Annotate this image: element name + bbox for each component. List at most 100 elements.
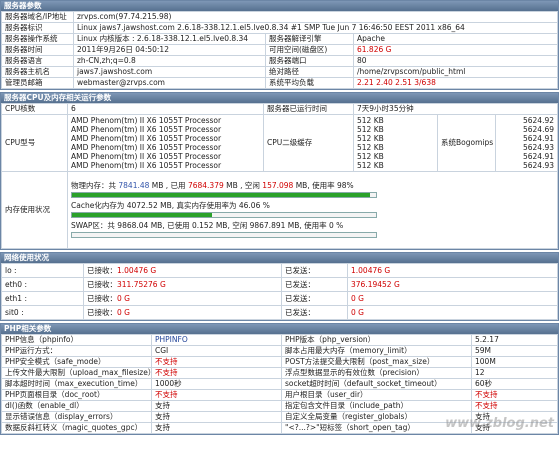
server-row-admin: 管理员邮箱 webmaster@zrvps.com 系统平均负载 2.21 2.… <box>1 77 558 89</box>
server-engine-label: 服务器解译引擎 <box>265 33 354 45</box>
mem-cache-text: Cache化内存为 4072.52 MB, 真实内存使用率为 46.06 % <box>71 201 270 210</box>
network-recv-value: 1.00476 G <box>117 265 157 275</box>
server-path-label: 绝对路径 <box>265 66 354 78</box>
server-row-host: 服务器主机名 jaws7.jawshost.com 绝对路径 /home/zrv… <box>1 66 558 78</box>
mem-swap-bar <box>71 232 377 238</box>
cpu-row-memory: 内存使用状况 物理内存：共 7841.48 MB , 已用 7684.379 M… <box>1 171 558 249</box>
server-host-label: 服务器主机名 <box>1 66 74 78</box>
cpu-row-model: CPU型号 AMD Phenom(tm) II X6 1055T Process… <box>1 114 558 172</box>
php-row: PHP运行方式： CGI 脚本占用最大内存（memory_limit） 59M <box>1 345 558 357</box>
cpu-model-item: AMD Phenom(tm) II X6 1055T Processor <box>71 134 222 143</box>
network-sent-cell: 已发送： <box>281 263 348 278</box>
cpu-cache-item: 512 KB <box>357 125 384 134</box>
php-label: 数据反斜杠转义（magic_quotes_gpc） <box>1 422 152 434</box>
php-value: 支持 <box>151 400 282 412</box>
cpu-cores-label: CPU核数 <box>1 103 68 115</box>
php-value: 不支持 <box>471 389 558 401</box>
cpu-bogo-item: 5624.91 <box>522 134 554 143</box>
php-value: CGI <box>151 345 282 357</box>
server-disk-label: 可用空间(磁盘区) <box>265 44 354 56</box>
php-value: 12 <box>471 367 558 379</box>
php-label: 指定包含文件目录（include_path） <box>281 400 472 412</box>
php-label: 脚本超时时间（max_execution_time） <box>1 378 152 390</box>
server-port-label: 服务器端口 <box>265 55 354 67</box>
network-sent-cell: 已发送： <box>281 277 348 292</box>
php-label: 浮点型数据显示的有效位数（precision） <box>281 367 472 379</box>
php-label: PHP页面根目录（doc_root） <box>1 389 152 401</box>
php-row: PHP安全模式（safe_mode） 不支持 POST方法提交最大限制（post_m… <box>1 356 558 368</box>
network-sent-cell: 已发送： <box>281 305 348 320</box>
cpu-bogo-item: 5624.69 <box>522 125 554 134</box>
network-sent-label: 已发送： <box>285 293 315 303</box>
cpu-uptime-value: 7天9小时35分钟 <box>353 103 558 115</box>
cpu-bogo-item: 5624.93 <box>522 143 554 152</box>
server-time-label: 服务器时间 <box>1 44 74 56</box>
server-path-value: /home/zrvpscom/public_html <box>353 66 558 78</box>
cpu-model-label: CPU型号 <box>1 114 68 172</box>
php-label: 用户根目录（user_dir） <box>281 389 472 401</box>
cpu-model-item: AMD Phenom(tm) II X6 1055T Processor <box>71 143 222 152</box>
cpu-bogo-item: 5624.92 <box>522 116 554 125</box>
network-table: lo : 已接收：1.00476 G 已发送： 1.00476 G eth0 :… <box>1 263 558 320</box>
network-iface-name: sit0 : <box>1 305 84 320</box>
mem-phys-free-prefix: MB , 空闲 <box>223 181 263 190</box>
network-sent-value: 376.19452 G <box>347 277 558 292</box>
php-label: socket超时时间（default_socket_timeout） <box>281 378 472 390</box>
cpu-model-item: AMD Phenom(tm) II X6 1055T Processor <box>71 116 222 125</box>
mem-physical-bar-fill <box>72 193 370 197</box>
server-table: 服务器域名/IP地址 zrvps.com(97.74.215.98) 服务器标识… <box>1 11 558 89</box>
php-value: 60秒 <box>471 378 558 390</box>
php-value: 1000秒 <box>151 378 282 390</box>
cpu-bogo-list: 5624.92 5624.69 5624.91 5624.93 5624.91 … <box>495 114 558 172</box>
cpu-bogo-item: 5624.91 <box>522 152 554 161</box>
network-iface-name: eth1 : <box>1 291 84 306</box>
network-row: eth1 : 已接收：0 G 已发送： 0 G <box>1 291 558 306</box>
cpu-cache-item: 512 KB <box>357 152 384 161</box>
server-disk-value: 61.826 G <box>353 44 558 56</box>
network-row: sit0 : 已接收：0 G 已发送： 0 G <box>1 305 558 320</box>
cpu-header: 服务器CPU及内存相关运行参数 <box>1 92 558 103</box>
mem-physical-text: 物理内存：共 7841.48 MB , 已用 7684.379 MB , 空闲 … <box>71 181 377 191</box>
mem-phys-prefix: 物理内存：共 <box>71 181 119 190</box>
mem-cache-bar-fill <box>72 213 213 217</box>
php-header: PHP相关参数 <box>1 323 558 334</box>
server-header: 服务器参数 <box>1 0 558 11</box>
cpu-cache-list: 512 KB 512 KB 512 KB 512 KB 512 KB 512 K… <box>353 114 438 172</box>
server-host-value: jaws7.jawshost.com <box>73 66 266 78</box>
network-section: 网络使用状况 lo : 已接收：1.00476 G 已发送： 1.00476 G… <box>0 252 559 321</box>
network-recv-label: 已接收： <box>87 279 117 289</box>
network-sent-value: 1.00476 G <box>347 263 558 278</box>
php-label: PHP版本（php_version） <box>281 334 472 346</box>
cpu-cache-item: 512 KB <box>357 134 384 143</box>
php-value: 支持 <box>151 422 282 434</box>
php-label: PHP信息（phpinfo） <box>1 334 152 346</box>
php-row: 脚本超时时间（max_execution_time） 1000秒 socket超时时… <box>1 378 558 390</box>
cpu-bogo-item: 5624.93 <box>522 161 554 170</box>
network-sent-value: 0 G <box>347 291 558 306</box>
cpu-uptime-label: 服务器已运行时间 <box>263 103 354 115</box>
php-row: 上传文件最大限制（upload_max_filesize） 不支持 浮点型数据显示的… <box>1 367 558 379</box>
network-recv-value: 311.75276 G <box>117 279 166 289</box>
php-label: 上传文件最大限制（upload_max_filesize） <box>1 367 152 379</box>
mem-swap-text: SWAP区：共 9868.04 MB, 已使用 0.152 MB, 空闲 986… <box>71 221 344 230</box>
cpu-table: CPU核数 6 服务器已运行时间 7天9小时35分钟 CPU型号 AMD Phe… <box>1 103 558 249</box>
network-iface-name: eth0 : <box>1 277 84 292</box>
mem-phys-free: 157.098 <box>262 181 294 190</box>
server-domain-label: 服务器域名/IP地址 <box>1 11 74 23</box>
network-sent-value: 0 G <box>347 305 558 320</box>
php-row: dl()函数（enable_dl） 支持 指定包含文件目录（include_path… <box>1 400 558 412</box>
network-sent-cell: 已发送： <box>281 291 348 306</box>
php-row: PHP信息（phpinfo） PHPINFO PHP版本（php_version） 5… <box>1 334 558 346</box>
php-value: 支持 <box>151 411 282 423</box>
network-recv: 已接收：0 G <box>83 291 282 306</box>
server-load-label: 系统平均负载 <box>265 77 354 89</box>
cpu-model-item: AMD Phenom(tm) II X6 1055T Processor <box>71 152 222 161</box>
network-sent-label: 已发送： <box>285 279 315 289</box>
server-row-ident: 服务器标识 Linux jaws7.jawshost.com 2.6.18-33… <box>1 22 558 34</box>
network-recv: 已接收：1.00476 G <box>83 263 282 278</box>
server-ident-value: Linux jaws7.jawshost.com 2.6.18-338.12.1… <box>73 22 558 34</box>
server-row-os: 服务器操作系统 Linux 内核版本 : 2.6.18-338.12.1.el5… <box>1 33 558 45</box>
server-os-value: Linux 内核版本 : 2.6.18-338.12.1.el5.lve0.8.… <box>73 33 266 45</box>
php-value[interactable]: PHPINFO <box>151 334 282 346</box>
network-row: lo : 已接收：1.00476 G 已发送： 1.00476 G <box>1 263 558 278</box>
